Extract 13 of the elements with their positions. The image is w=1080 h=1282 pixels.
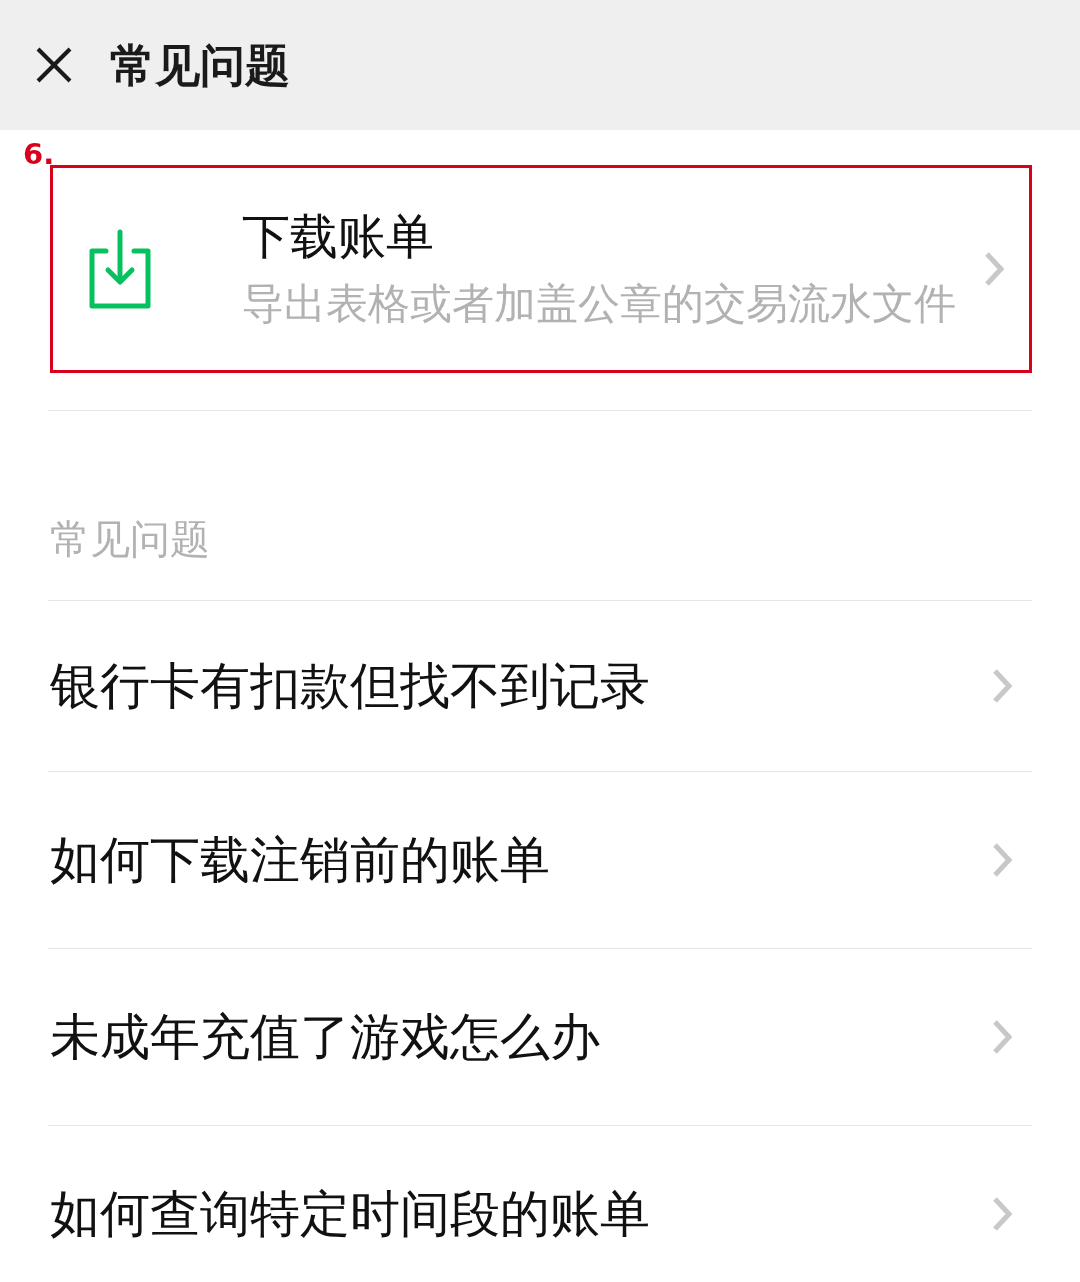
item-title: 下载账单 <box>242 209 434 265</box>
close-icon <box>36 47 72 83</box>
download-icon <box>88 229 152 309</box>
chevron-right-icon <box>984 252 1004 286</box>
item-subtitle: 导出表格或者加盖公章的交易流水文件 <box>242 280 956 329</box>
chevron-right-icon <box>992 669 1012 703</box>
chevron-right-icon <box>992 1020 1012 1054</box>
step-number: 6. <box>23 140 55 169</box>
page-title: 常见问题 <box>110 42 290 88</box>
chevron-right-icon <box>992 843 1012 877</box>
close-button[interactable] <box>36 47 72 83</box>
section-heading: 常见问题 <box>50 515 210 563</box>
chevron-right-icon <box>992 1197 1012 1231</box>
